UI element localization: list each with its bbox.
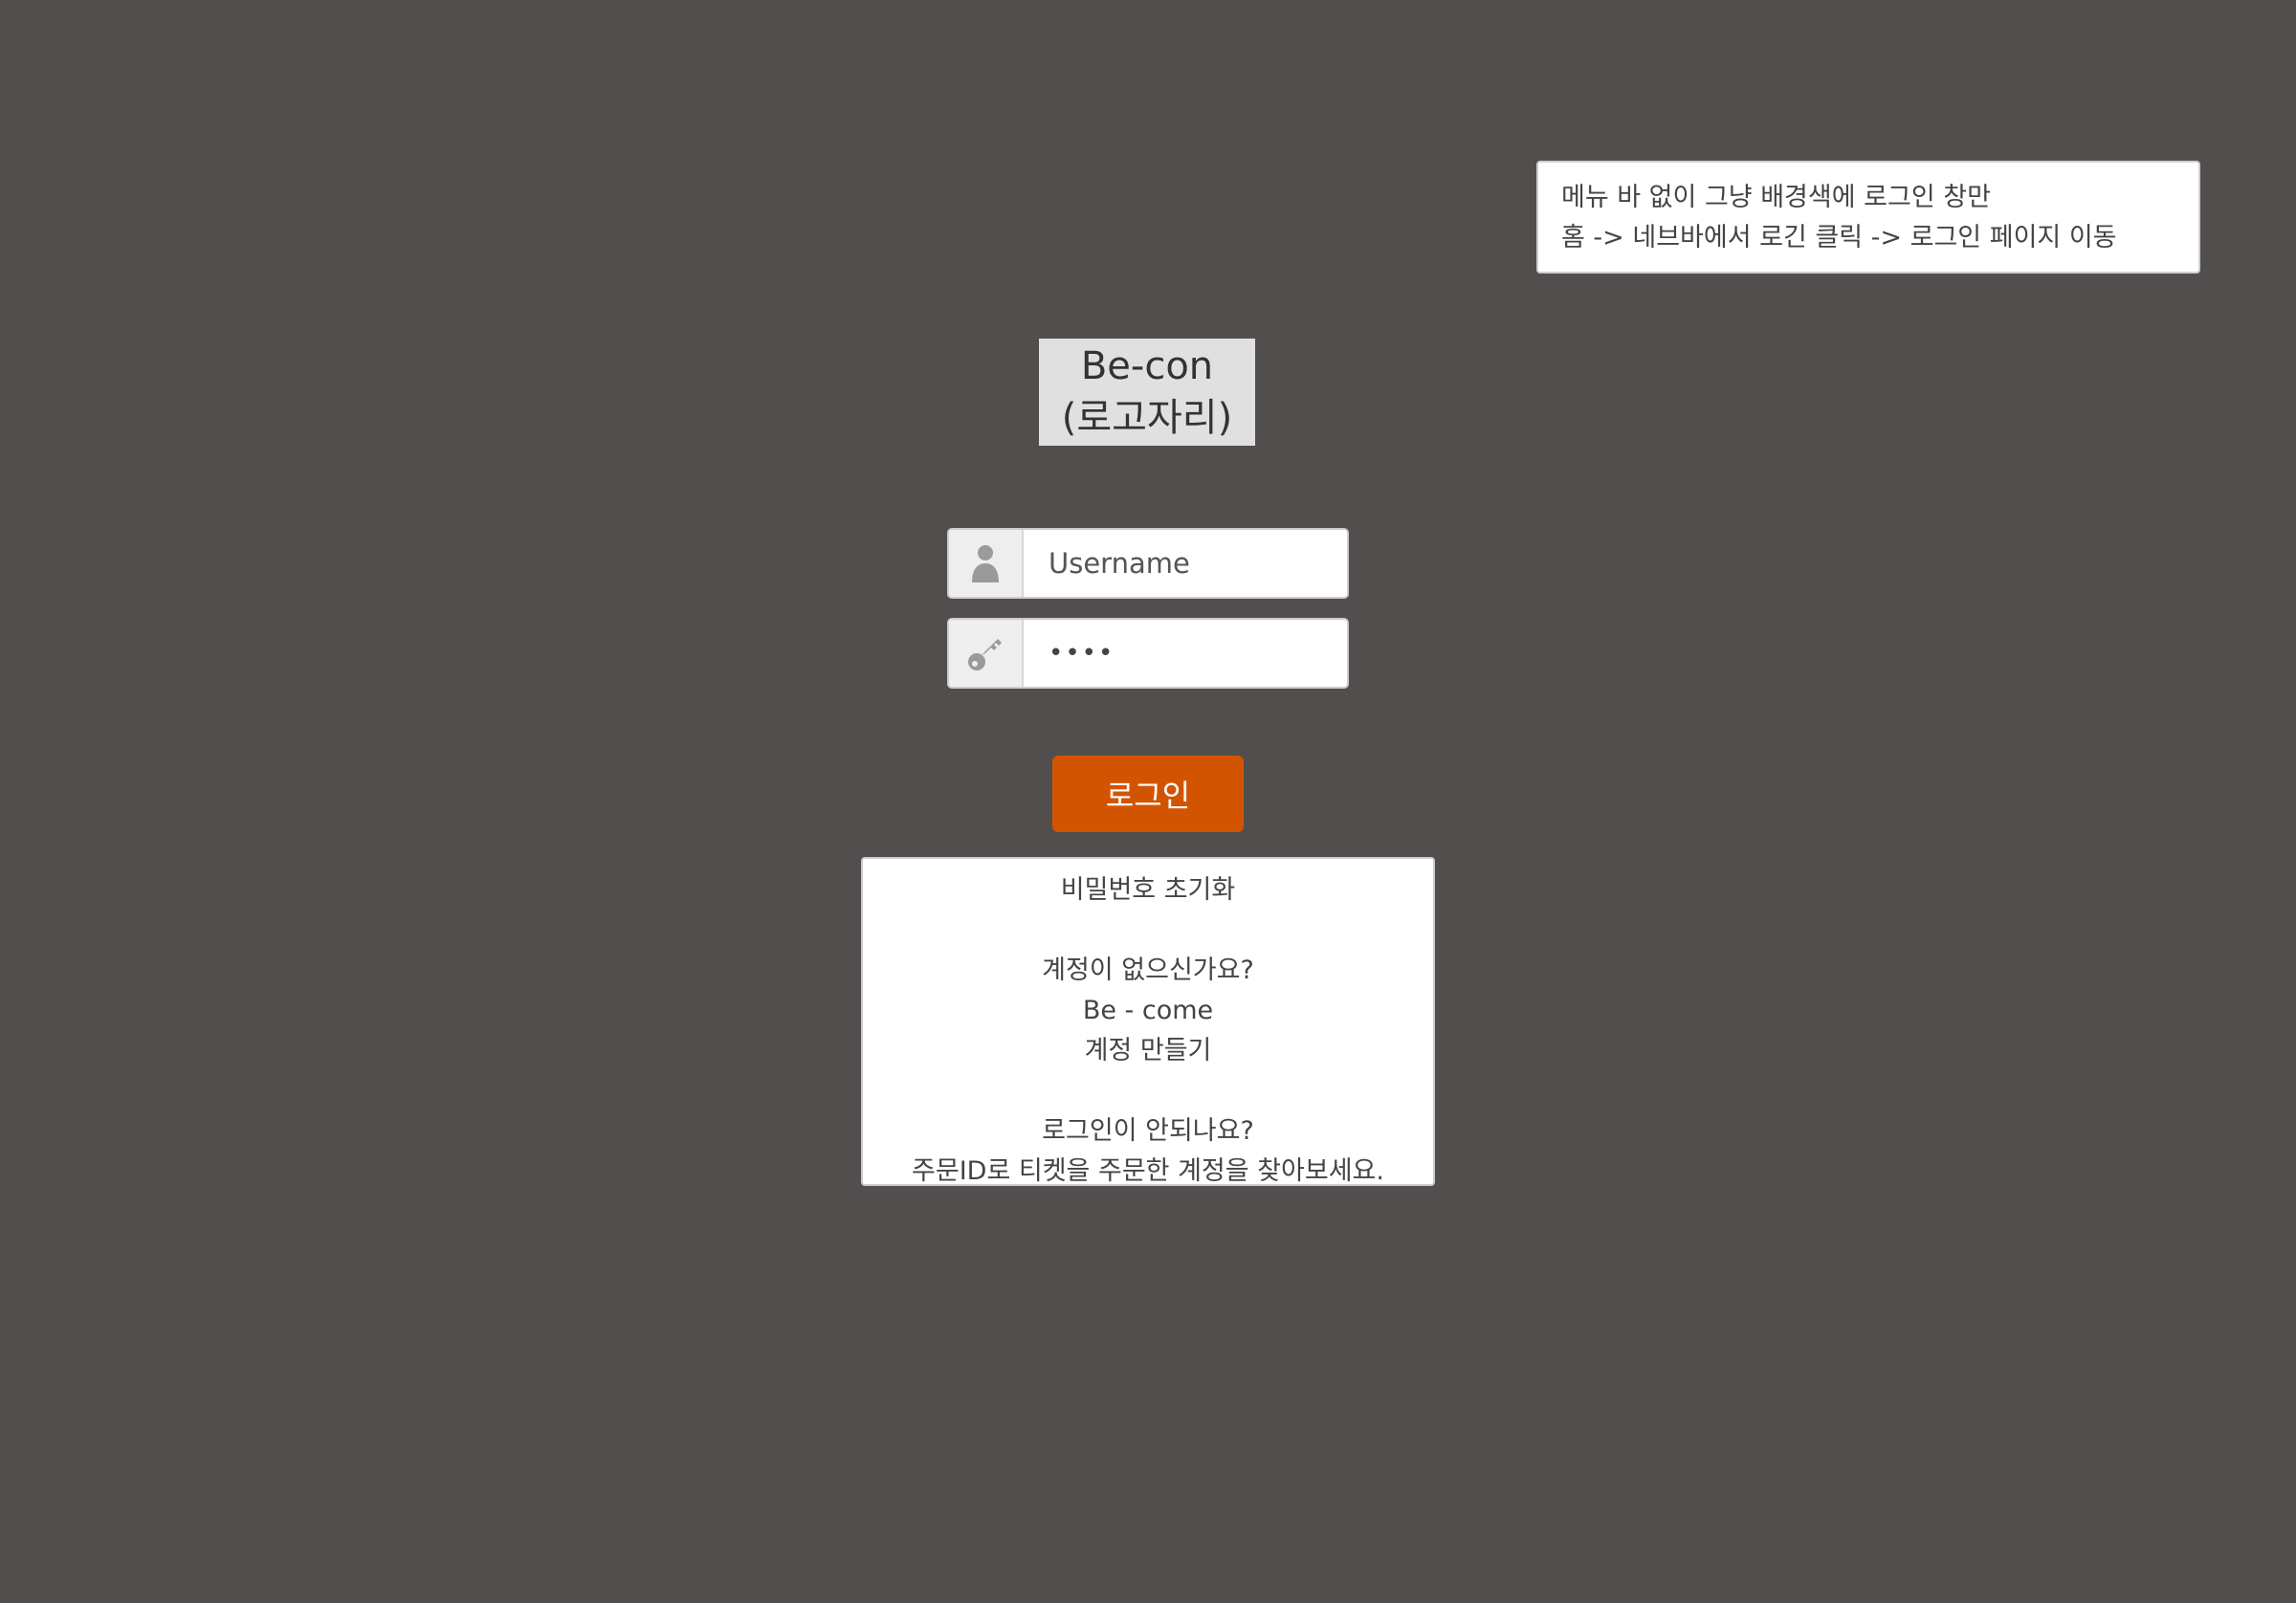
password-input[interactable]: •••• [1024,620,1347,687]
cant-login-text: 로그인이 안되나요? [1042,1116,1254,1146]
user-icon [972,545,999,582]
annotation-note: 메뉴 바 없이 그냥 배경색에 로그인 창만 홈 -> 네브바에서 로긴 클릭 … [1536,161,2200,274]
logo-title: Be-con [1080,344,1214,388]
password-field[interactable]: •••• [947,618,1349,689]
logo-subtitle: (로고자리) [1061,396,1233,440]
no-account-text: 계정이 없으신가요? [1042,955,1254,985]
logo-placeholder: Be-con (로고자리) [1039,339,1255,446]
find-account-link[interactable]: 주문ID로 티켓을 주문한 계정을 찾아보세요. [863,1152,1433,1184]
username-field[interactable]: Username [947,528,1349,599]
annotation-line-2: 홈 -> 네브바에서 로긴 클릭 -> 로그인 페이지 이동 [1561,223,2117,253]
help-panel: 비밀번호 초기화 계정이 없으신가요? Be - come 계정 만들기 로그인… [861,857,1435,1186]
brand-text: Be - come [1082,996,1214,1025]
create-account-link[interactable]: 계정 만들기 [863,1031,1433,1071]
username-input[interactable]: Username [1024,530,1347,597]
reset-password-link[interactable]: 비밀번호 초기화 [863,870,1433,911]
login-button[interactable]: 로그인 [1052,756,1244,832]
login-page: 메뉴 바 없이 그냥 배경색에 로그인 창만 홈 -> 네브바에서 로긴 클릭 … [0,0,2296,1603]
key-icon [968,639,1002,670]
password-addon [949,620,1024,687]
username-addon [949,530,1024,597]
annotation-line-1: 메뉴 바 없이 그냥 배경색에 로그인 창만 [1561,183,1991,212]
